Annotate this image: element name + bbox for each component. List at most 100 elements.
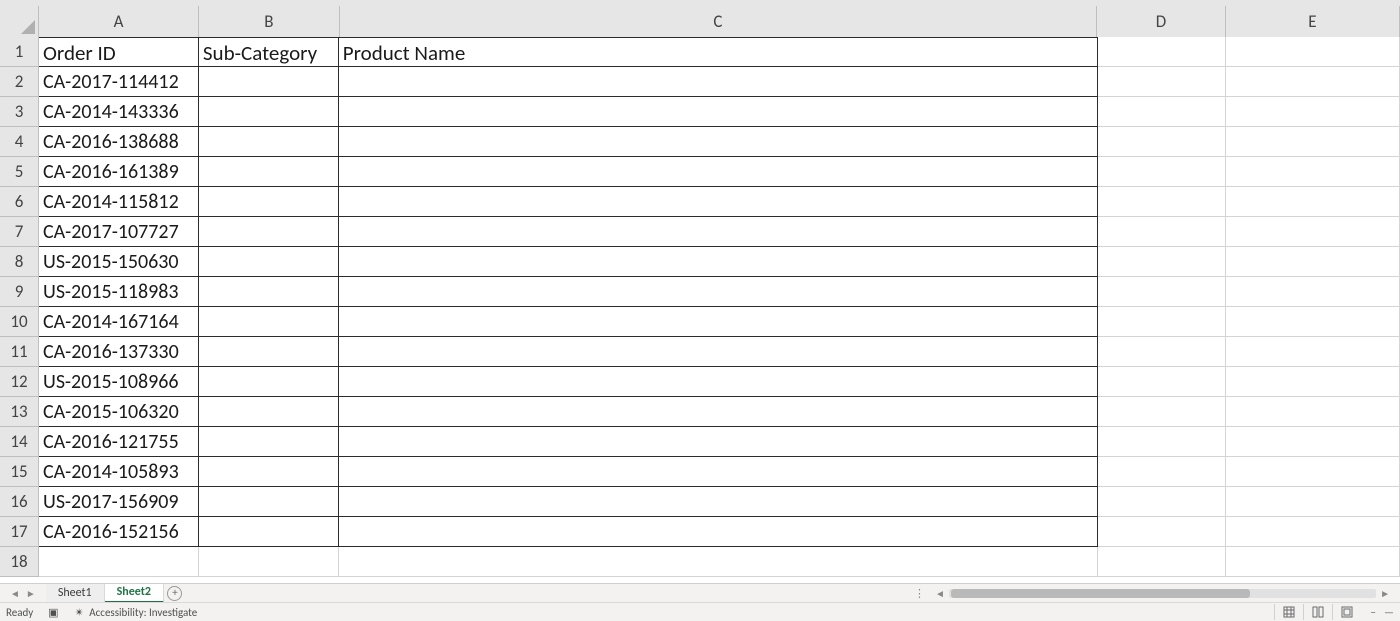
col-header-C[interactable]: C: [340, 6, 1098, 37]
cell[interactable]: CA-2015-106320: [39, 397, 199, 427]
col-header-D[interactable]: D: [1097, 6, 1225, 37]
cell[interactable]: [199, 97, 339, 127]
zoom-controls[interactable]: − —: [1361, 606, 1394, 619]
add-sheet-button[interactable]: +: [164, 584, 186, 603]
cell[interactable]: [339, 517, 1098, 547]
row-header[interactable]: 1: [0, 37, 39, 67]
cell[interactable]: [199, 67, 339, 97]
cell[interactable]: [1098, 277, 1226, 307]
scrollbar-track[interactable]: [949, 589, 1376, 598]
row-header[interactable]: 10: [0, 307, 39, 337]
row-header[interactable]: 7: [0, 217, 39, 247]
macro-record-icon[interactable]: ▣: [47, 606, 59, 619]
cell[interactable]: [1226, 157, 1400, 187]
cell[interactable]: [339, 337, 1098, 367]
cell[interactable]: CA-2016-152156: [39, 517, 199, 547]
scroll-left-icon[interactable]: ◄: [931, 587, 949, 600]
cell[interactable]: [199, 157, 339, 187]
cell[interactable]: [1226, 367, 1400, 397]
cell[interactable]: CA-2016-121755: [39, 427, 199, 457]
cell[interactable]: [199, 217, 339, 247]
cell[interactable]: [1098, 67, 1226, 97]
row-header[interactable]: 4: [0, 127, 39, 157]
cell[interactable]: CA-2017-107727: [39, 217, 199, 247]
view-page-break-button[interactable]: [1332, 604, 1361, 620]
cell[interactable]: [1098, 217, 1226, 247]
cell[interactable]: [1226, 307, 1400, 337]
row-header[interactable]: 5: [0, 157, 39, 187]
col-header-E[interactable]: E: [1226, 6, 1400, 37]
cell[interactable]: [1226, 247, 1400, 277]
accessibility-icon[interactable]: ✴: [73, 606, 85, 619]
cell[interactable]: [199, 427, 339, 457]
cell[interactable]: CA-2017-114412: [39, 67, 199, 97]
cell[interactable]: [339, 307, 1098, 337]
cell[interactable]: [1098, 367, 1226, 397]
cell[interactable]: CA-2016-138688: [39, 127, 199, 157]
cell[interactable]: [339, 457, 1098, 487]
scrollbar-split-icon[interactable]: ⋮: [914, 587, 931, 600]
cell[interactable]: [199, 127, 339, 157]
row-header[interactable]: 16: [0, 487, 39, 517]
cell[interactable]: [339, 97, 1098, 127]
cell[interactable]: [1098, 307, 1226, 337]
cell[interactable]: [1226, 97, 1400, 127]
row-header[interactable]: 6: [0, 187, 39, 217]
tab-nav-buttons[interactable]: ◄ ►: [0, 584, 46, 603]
cell[interactable]: [339, 547, 1098, 577]
cell[interactable]: [1226, 337, 1400, 367]
cell[interactable]: US-2015-150630: [39, 247, 199, 277]
cell[interactable]: [199, 277, 339, 307]
cell[interactable]: [1226, 517, 1400, 547]
cell[interactable]: [1098, 37, 1226, 67]
cell[interactable]: [199, 487, 339, 517]
cell[interactable]: [339, 67, 1098, 97]
cell[interactable]: [1098, 127, 1226, 157]
row-header[interactable]: 8: [0, 247, 39, 277]
cell[interactable]: [1098, 427, 1226, 457]
row-header[interactable]: 14: [0, 427, 39, 457]
status-accessibility[interactable]: Accessibility: Investigate: [89, 606, 197, 619]
cell[interactable]: [339, 187, 1098, 217]
zoom-out-icon[interactable]: −: [1371, 606, 1376, 619]
cell[interactable]: [39, 547, 199, 577]
cell[interactable]: [1098, 247, 1226, 277]
cell[interactable]: [339, 217, 1098, 247]
cell[interactable]: US-2017-156909: [39, 487, 199, 517]
cell[interactable]: [1226, 277, 1400, 307]
view-page-layout-button[interactable]: [1303, 604, 1332, 620]
cell[interactable]: [1098, 517, 1226, 547]
row-header[interactable]: 11: [0, 337, 39, 367]
cell[interactable]: [199, 247, 339, 277]
cell[interactable]: [339, 427, 1098, 457]
cell[interactable]: [339, 487, 1098, 517]
cell[interactable]: [199, 517, 339, 547]
cell[interactable]: [1098, 97, 1226, 127]
row-header[interactable]: 17: [0, 517, 39, 547]
cell[interactable]: [199, 337, 339, 367]
row-header[interactable]: 18: [0, 547, 39, 577]
cell[interactable]: [199, 307, 339, 337]
cell[interactable]: Order ID: [39, 37, 199, 67]
cell[interactable]: [1226, 547, 1400, 577]
cell[interactable]: [1098, 397, 1226, 427]
row-header[interactable]: 3: [0, 97, 39, 127]
cell[interactable]: [1226, 427, 1400, 457]
row-header[interactable]: 15: [0, 457, 39, 487]
cell[interactable]: [1226, 397, 1400, 427]
tab-next-icon[interactable]: ►: [26, 587, 36, 600]
cell[interactable]: CA-2014-167164: [39, 307, 199, 337]
cell[interactable]: [1226, 37, 1400, 67]
cell[interactable]: US-2015-108966: [39, 367, 199, 397]
cell[interactable]: [199, 457, 339, 487]
row-header[interactable]: 9: [0, 277, 39, 307]
sheet-tab-sheet2[interactable]: Sheet2: [105, 584, 164, 603]
cell[interactable]: Sub-Category: [199, 37, 339, 67]
cell[interactable]: Product Name: [339, 37, 1098, 67]
cell[interactable]: [339, 277, 1098, 307]
row-header[interactable]: 12: [0, 367, 39, 397]
cell[interactable]: [199, 367, 339, 397]
row-header[interactable]: 13: [0, 397, 39, 427]
cell[interactable]: [1098, 457, 1226, 487]
scrollbar-thumb[interactable]: [951, 589, 1250, 598]
